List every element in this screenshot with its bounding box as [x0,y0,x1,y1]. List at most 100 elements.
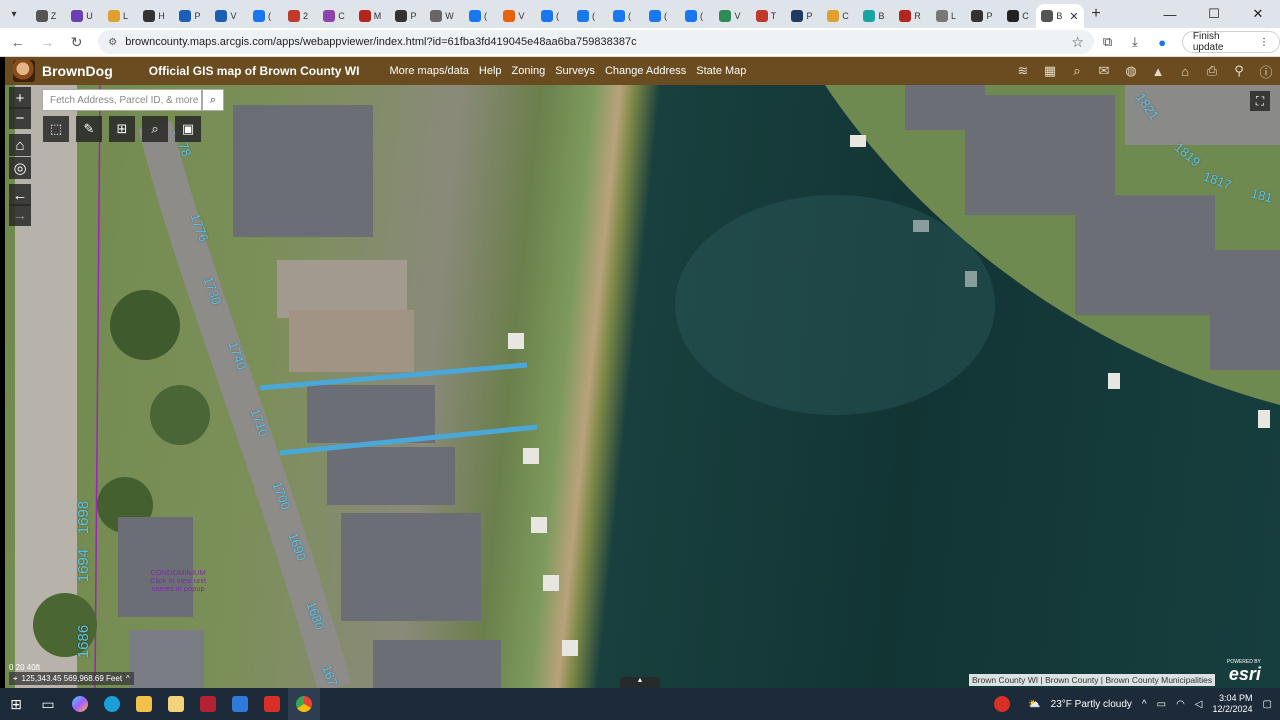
forward-icon[interactable]: → [35,34,58,50]
copilot-icon[interactable] [64,688,96,720]
draw-pencil-icon[interactable]: ✎ [76,116,102,142]
new-tab-button[interactable]: + [1084,5,1108,23]
bookmark-bag-icon[interactable]: ▣ [175,116,201,142]
windows-start-icon[interactable]: ⊞ [0,688,32,720]
locate-icon[interactable]: ◎ [9,157,31,179]
app-red-icon[interactable] [256,688,288,720]
address-label-1694: 1694 [75,548,93,583]
search-input[interactable]: Fetch Address, Parcel ID, & more [42,89,202,111]
tab[interactable]: ( [640,4,676,28]
maximize-icon[interactable]: ☐ [1192,0,1236,28]
weather-icon[interactable]: ⛅ [1028,699,1040,710]
search-parcel-icon[interactable]: ⌕ [1067,61,1087,81]
info-icon[interactable]: ⓘ [1256,61,1276,81]
tab[interactable]: L [100,4,136,28]
tab[interactable]: H [136,4,172,28]
tab[interactable]: B [856,4,892,28]
tab[interactable]: V [496,4,532,28]
reload-icon[interactable]: ↻ [65,34,88,51]
measure-icon[interactable]: ⊞ [109,116,135,142]
tab-active[interactable]: B ✕ [1036,4,1084,28]
bookmark-star-icon[interactable]: ☆ [1071,34,1084,51]
wifi-icon[interactable]: ◠ [1176,699,1185,710]
back-icon[interactable]: ← [6,34,29,50]
chrome-icon[interactable] [288,688,320,720]
link-change-address[interactable]: Change Address [605,65,686,77]
tab-close-icon[interactable]: ✕ [1069,10,1078,23]
tab[interactable]: M [352,4,388,28]
tab[interactable]: W [424,4,460,28]
security-icon[interactable] [192,688,224,720]
site-info-icon[interactable]: ⚙ [108,37,117,48]
store-icon[interactable] [160,688,192,720]
layers-icon[interactable]: ≋ [1013,61,1033,81]
tab[interactable]: ( [244,4,280,28]
profile-icon[interactable]: ● [1149,35,1176,50]
clock[interactable]: 3:04 PM 12/2/2024 [1213,693,1253,715]
warning-icon[interactable]: ▲ [1148,61,1168,81]
close-window-icon[interactable]: ✕ [1236,0,1280,28]
edge-icon[interactable] [96,688,128,720]
tab[interactable]: ( [460,4,496,28]
globe-icon[interactable]: ◍ [1121,61,1141,81]
tab-search-chevron-icon[interactable]: ▾ [0,0,28,28]
search-icon[interactable]: ⌕ [202,89,224,111]
tab[interactable]: P [172,4,208,28]
zoom-query-icon[interactable]: ⌕ [142,116,168,142]
zoom-out-button[interactable]: − [9,107,31,129]
tab[interactable]: ( [568,4,604,28]
tab[interactable]: ( [604,4,640,28]
display-icon[interactable]: ▭ [1157,699,1166,710]
zoom-in-button[interactable]: + [9,87,31,109]
tab[interactable]: R [892,4,928,28]
download-icon[interactable]: ⤓ [1121,34,1148,50]
address-bar[interactable]: ⚙ browncounty.maps.arcgis.com/apps/webap… [98,30,1094,54]
fullscreen-icon[interactable]: ⛶ [1250,91,1270,111]
tab[interactable]: P [388,4,424,28]
link-more-maps[interactable]: More maps/data [389,65,468,77]
previous-extent-icon[interactable]: ← [9,184,31,206]
link-help[interactable]: Help [479,65,502,77]
link-state-map[interactable]: State Map [696,65,746,77]
mail-app-icon[interactable] [224,688,256,720]
next-extent-icon[interactable]: → [9,204,31,226]
tab[interactable]: V [712,4,748,28]
school-icon[interactable]: ⌂ [1175,61,1195,81]
tray-chevron-icon[interactable]: ^ [1142,699,1147,710]
activity-monitor-icon[interactable] [986,688,1018,720]
select-icon[interactable]: ⬚ [43,116,69,142]
link-zoning[interactable]: Zoning [512,65,546,77]
notification-icon[interactable]: ▢ [1263,699,1272,710]
tab[interactable]: P [784,4,820,28]
home-icon[interactable]: ⌂ [9,134,31,156]
map-view[interactable]: 1778 1776 1730 1740 1710 1700 1690 1680 … [5,85,1280,688]
tab[interactable]: 2 [280,4,316,28]
mail-icon[interactable]: ✉ [1094,61,1114,81]
grid-icon[interactable]: ▦ [1040,61,1060,81]
tab[interactable]: V [208,4,244,28]
attribution-toggle-button[interactable]: ▲ [620,677,660,688]
tab[interactable]: C [316,4,352,28]
tab[interactable]: ( [532,4,568,28]
tab[interactable]: L [928,4,964,28]
tab[interactable]: U [64,4,100,28]
coordinate-toggle-icon[interactable]: ⌖ [13,674,18,684]
tab[interactable]: T [748,4,784,28]
tab[interactable]: Z [28,4,64,28]
minimize-icon[interactable]: — [1148,0,1192,28]
condominium-label[interactable]: CONDOMINIUM Click to view unit names in … [143,569,213,593]
volume-icon[interactable]: ◁ [1195,699,1203,710]
tab[interactable]: C [1000,4,1036,28]
tab[interactable]: ( [676,4,712,28]
finish-update-button[interactable]: Finish update ⋮ [1181,31,1280,53]
network-icon[interactable]: ⚲ [1229,61,1249,81]
tab[interactable]: P [964,4,1000,28]
extensions-icon[interactable]: ⧉ [1094,34,1121,50]
file-explorer-icon[interactable] [128,688,160,720]
task-view-icon[interactable]: ▭ [32,688,64,720]
link-surveys[interactable]: Surveys [555,65,595,77]
print-icon[interactable]: ⎙ [1202,61,1222,81]
coordinate-expand-icon[interactable]: ^ [126,674,130,683]
tab[interactable]: C [820,4,856,28]
weather-text[interactable]: 23°F Partly cloudy [1051,699,1132,710]
